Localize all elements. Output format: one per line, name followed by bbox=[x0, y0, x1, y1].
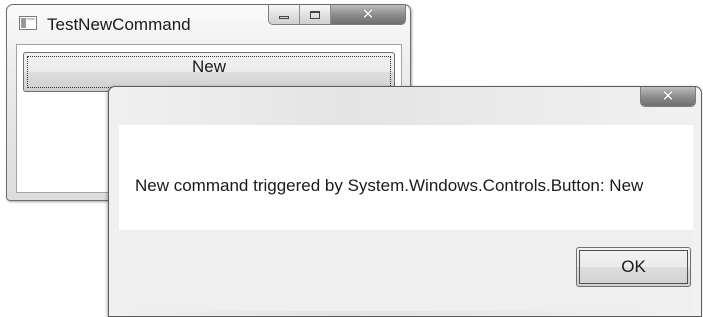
close-button[interactable]: ✕ bbox=[331, 5, 405, 24]
message-text: New command triggered by System.Windows.… bbox=[135, 176, 644, 195]
ok-button-label: OK bbox=[621, 257, 646, 276]
message-box-caption-buttons: ✕ bbox=[640, 87, 696, 107]
message-box-content: New command triggered by System.Windows.… bbox=[119, 125, 693, 230]
message-box-footer: OK bbox=[119, 230, 693, 311]
new-button-label: New bbox=[191, 57, 226, 76]
maximize-icon bbox=[310, 10, 320, 19]
ok-button[interactable]: OK bbox=[576, 247, 691, 287]
minimize-button[interactable] bbox=[269, 5, 300, 24]
message-box-close-button[interactable]: ✕ bbox=[641, 87, 695, 106]
close-icon: ✕ bbox=[661, 87, 675, 105]
maximize-button[interactable] bbox=[300, 5, 331, 24]
app-window-icon bbox=[19, 16, 37, 30]
close-icon: ✕ bbox=[361, 5, 375, 23]
window-title: TestNewCommand bbox=[47, 15, 191, 34]
minimize-icon bbox=[279, 15, 289, 19]
message-box: ✕ New command triggered by System.Window… bbox=[108, 86, 702, 317]
main-caption-buttons: ✕ bbox=[268, 5, 406, 25]
